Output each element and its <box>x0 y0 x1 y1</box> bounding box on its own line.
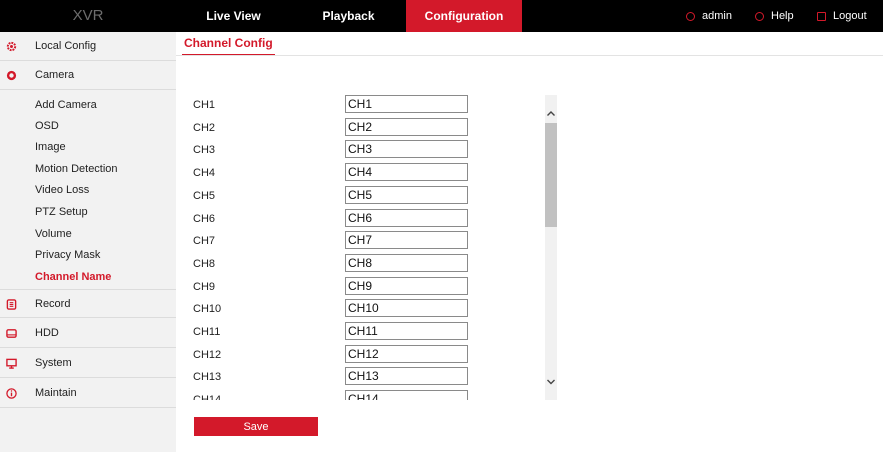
channel-name-input[interactable] <box>345 231 468 250</box>
tab-divider <box>176 55 883 56</box>
channel-name-input[interactable] <box>345 95 468 113</box>
channel-label: CH5 <box>193 189 216 202</box>
sidebar-subitem-volume[interactable]: Volume <box>35 226 72 242</box>
channel-name-input[interactable] <box>345 163 468 182</box>
nav-configuration[interactable]: Configuration <box>406 0 522 32</box>
help-link[interactable]: Help <box>755 0 794 32</box>
channel-name-input[interactable] <box>345 253 468 272</box>
help-label: Help <box>771 10 794 22</box>
sidebar-subitem-channel-name[interactable]: Channel Name <box>35 269 111 285</box>
scroll-down-icon[interactable] <box>545 375 557 389</box>
scroll-thumb[interactable] <box>545 123 557 227</box>
sidebar: Local Config Camera Add Camera OSD Image… <box>0 32 176 452</box>
channel-label: CH13 <box>193 371 222 384</box>
sidebar-subitem-video-loss[interactable]: Video Loss <box>35 182 89 198</box>
sidebar-item-local-config[interactable]: Local Config <box>0 32 176 61</box>
channel-label: CH7 <box>193 235 216 248</box>
record-icon <box>6 299 17 310</box>
nav-live-view[interactable]: Live View <box>176 0 291 32</box>
sidebar-subitem-motion-detection[interactable]: Motion Detection <box>35 161 118 177</box>
camera-icon <box>6 70 17 81</box>
scrollbar[interactable] <box>545 95 557 400</box>
tab-channel-config[interactable]: Channel Config <box>182 32 275 56</box>
gear-icon <box>6 41 17 52</box>
sidebar-subitem-add-camera[interactable]: Add Camera <box>35 97 97 113</box>
logout-link[interactable]: Logout <box>817 0 867 32</box>
sidebar-label: Maintain <box>35 387 77 399</box>
logo: XVR <box>72 7 104 24</box>
sidebar-item-system[interactable]: System <box>0 349 176 378</box>
channel-name-input[interactable] <box>345 276 468 295</box>
channel-row: CH2 <box>180 117 540 141</box>
info-icon <box>6 388 17 399</box>
monitor-icon <box>6 358 17 369</box>
sidebar-subitem-ptz-setup[interactable]: PTZ Setup <box>35 204 88 220</box>
channel-name-input[interactable] <box>345 208 468 227</box>
help-icon <box>755 12 764 21</box>
save-button[interactable]: Save <box>194 417 318 436</box>
channel-label: CH6 <box>193 212 216 225</box>
sidebar-item-hdd[interactable]: HDD <box>0 319 176 348</box>
channel-row: CH1 <box>180 95 540 118</box>
channel-label: CH9 <box>193 280 216 293</box>
nav-playback[interactable]: Playback <box>291 0 406 32</box>
channel-row: CH4 <box>180 163 540 186</box>
channel-name-input[interactable] <box>345 367 468 386</box>
sidebar-label: HDD <box>35 327 59 339</box>
user-menu[interactable]: admin <box>686 0 732 32</box>
logout-label: Logout <box>833 10 867 22</box>
user-name: admin <box>702 10 732 22</box>
top-bar: XVR Live View Playback Configuration adm… <box>0 0 883 32</box>
channel-row: CH8 <box>180 253 540 277</box>
sidebar-label: Local Config <box>35 40 97 52</box>
channel-row: CH7 <box>180 231 540 254</box>
channel-label: CH4 <box>193 167 216 180</box>
channel-label: CH3 <box>193 144 216 157</box>
sidebar-subitem-osd[interactable]: OSD <box>35 118 59 134</box>
channel-label: CH11 <box>193 326 221 338</box>
channel-name-input[interactable] <box>345 344 468 363</box>
channel-row: CH5 <box>180 185 540 209</box>
sidebar-subitem-image[interactable]: Image <box>35 139 66 155</box>
channel-label: CH10 <box>193 303 222 316</box>
channel-row: CH3 <box>180 140 540 163</box>
sidebar-label: Camera <box>35 69 75 81</box>
channel-name-input[interactable] <box>345 140 468 159</box>
channel-label: CH8 <box>193 257 216 270</box>
sidebar-item-record[interactable]: Record <box>0 289 176 318</box>
channel-label: CH1 <box>193 99 216 111</box>
channel-label: CH12 <box>193 348 222 361</box>
sidebar-subitem-privacy-mask[interactable]: Privacy Mask <box>35 247 100 263</box>
hdd-icon <box>6 329 17 338</box>
logout-icon <box>817 12 826 21</box>
channel-name-input[interactable] <box>345 299 468 318</box>
channel-label: CH2 <box>193 121 216 134</box>
scroll-up-icon[interactable] <box>545 107 557 121</box>
channel-list: CH1 CH2 CH3 CH4 CH5 CH6 CH7 CH8 CH9 CH10 CH11 CH12 C… <box>180 95 540 400</box>
sidebar-item-camera[interactable]: Camera <box>0 61 176 90</box>
channel-name-input[interactable] <box>345 185 468 204</box>
channel-name-input[interactable] <box>345 117 468 136</box>
user-icon <box>686 12 695 21</box>
channel-row: CH13 <box>180 367 540 390</box>
sidebar-label: System <box>35 357 72 369</box>
channel-row: CH10 <box>180 299 540 322</box>
channel-row: CH11 <box>180 322 540 345</box>
channel-name-input[interactable] <box>345 322 468 340</box>
channel-row: CH14 <box>180 390 540 400</box>
channel-label: CH14 <box>193 394 221 400</box>
channel-name-input[interactable] <box>345 390 468 400</box>
channel-row: CH9 <box>180 276 540 300</box>
channel-row: CH12 <box>180 344 540 368</box>
sidebar-item-maintain[interactable]: Maintain <box>0 379 176 408</box>
sidebar-label: Record <box>35 298 71 310</box>
channel-row: CH6 <box>180 208 540 232</box>
